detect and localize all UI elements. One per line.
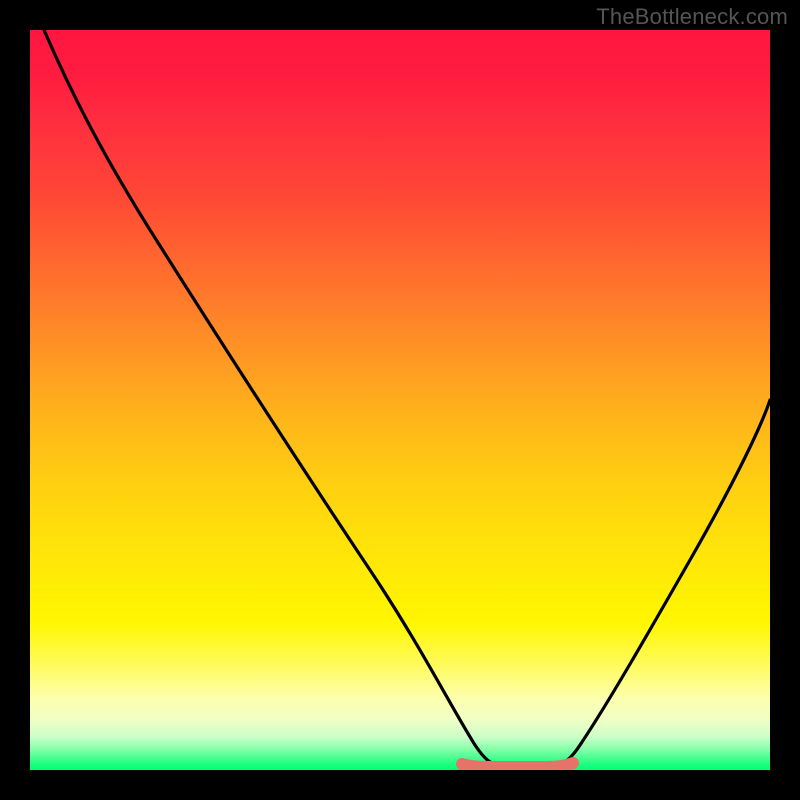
curve-layer	[30, 30, 770, 770]
valley-band	[462, 763, 573, 767]
plot-area	[30, 30, 770, 770]
watermark-text: TheBottleneck.com	[596, 4, 788, 30]
chart-container: TheBottleneck.com	[0, 0, 800, 800]
bottleneck-curve	[44, 30, 770, 766]
